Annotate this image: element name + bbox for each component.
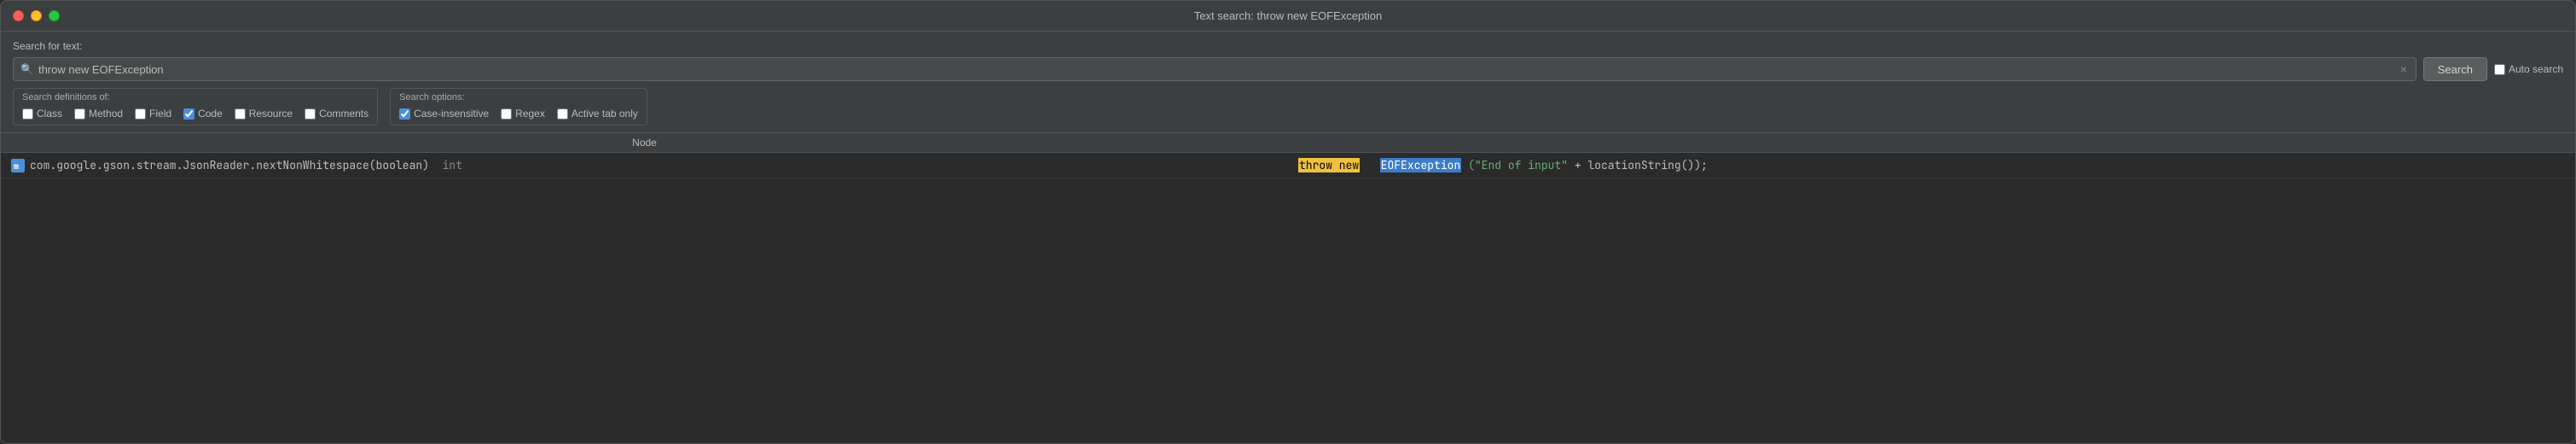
cb-code-item[interactable]: Code	[183, 108, 223, 120]
minimize-button[interactable]	[31, 10, 42, 21]
code-content: throw new EOFException ("End of input" +…	[1298, 158, 1708, 172]
cb-case-checkbox[interactable]	[399, 108, 410, 120]
main-window: Text search: throw new EOFException Sear…	[0, 0, 2576, 444]
code-operator: +	[1575, 158, 1588, 172]
node-text: com.google.gson.stream.JsonReader.nextNo…	[30, 158, 462, 172]
highlight-throw-new: throw new	[1298, 158, 1360, 172]
cb-resource-item[interactable]: Resource	[235, 108, 293, 120]
results-table: Node m	[1, 133, 2575, 178]
cb-class-label: Class	[37, 108, 62, 120]
traffic-lights	[13, 10, 60, 21]
col-header-code	[1288, 133, 2575, 153]
table-row[interactable]: m com.google.gson.stream.JsonReader.next…	[1, 153, 2575, 178]
cb-active-label: Active tab only	[571, 108, 638, 120]
window-title: Text search: throw new EOFException	[1194, 9, 1382, 22]
auto-search-checkbox[interactable]	[2494, 64, 2505, 75]
cb-field-checkbox[interactable]	[135, 108, 146, 120]
highlight-eof-exception: EOFException	[1380, 158, 1462, 172]
cb-regex-item[interactable]: Regex	[501, 108, 545, 120]
node-return-type: int	[436, 158, 462, 172]
results-area[interactable]: Node m	[1, 132, 2575, 443]
options-checkboxes: Case-insensitive Regex Active tab only	[399, 108, 638, 120]
cb-class-item[interactable]: Class	[22, 108, 62, 120]
code-string-arg: ("End of input"	[1468, 158, 1568, 172]
code-location-string: locationString());	[1588, 158, 1708, 172]
java-method-icon: m	[11, 159, 25, 172]
cb-field-item[interactable]: Field	[135, 108, 171, 120]
definitions-checkboxes: Class Method Field Code	[22, 108, 368, 120]
close-button[interactable]	[13, 10, 24, 21]
cb-comments-checkbox[interactable]	[305, 108, 316, 120]
auto-search-row: Auto search	[2494, 63, 2563, 75]
cb-comments-item[interactable]: Comments	[305, 108, 368, 120]
search-button[interactable]: Search	[2423, 57, 2487, 81]
cb-method-item[interactable]: Method	[74, 108, 123, 120]
definitions-label: Search definitions of:	[22, 92, 368, 102]
content-area: Search for text: 🔍 × Search Auto search …	[1, 32, 2575, 443]
clear-button[interactable]: ×	[2399, 63, 2409, 75]
options-row: Search definitions of: Class Method F	[13, 88, 2563, 126]
search-panel: Search for text: 🔍 × Search Auto search …	[1, 32, 2575, 132]
search-for-text-label: Search for text:	[13, 40, 2563, 52]
cb-class-checkbox[interactable]	[22, 108, 33, 120]
code-cell: throw new EOFException ("End of input" +…	[1288, 153, 2575, 178]
cb-active-item[interactable]: Active tab only	[557, 108, 638, 120]
search-icon: 🔍	[20, 63, 33, 75]
node-method-name: com.google.gson.stream.JsonReader.nextNo…	[30, 158, 429, 172]
cb-code-checkbox[interactable]	[183, 108, 194, 120]
cb-field-label: Field	[149, 108, 171, 120]
cb-regex-label: Regex	[515, 108, 545, 120]
options-label: Search options:	[399, 92, 638, 102]
definitions-group: Search definitions of: Class Method F	[13, 88, 378, 126]
cb-comments-label: Comments	[319, 108, 368, 120]
cb-code-label: Code	[198, 108, 223, 120]
search-input[interactable]	[38, 63, 2399, 76]
cb-case-item[interactable]: Case-insensitive	[399, 108, 489, 120]
cb-method-checkbox[interactable]	[74, 108, 85, 120]
svg-text:m: m	[14, 162, 19, 172]
cb-method-label: Method	[89, 108, 123, 120]
cb-resource-checkbox[interactable]	[235, 108, 246, 120]
options-group: Search options: Case-insensitive Regex	[390, 88, 647, 126]
cb-case-label: Case-insensitive	[414, 108, 489, 120]
col-header-node: Node	[1, 133, 1288, 153]
search-input-row: 🔍 × Search Auto search	[13, 57, 2563, 81]
search-input-wrapper: 🔍 ×	[13, 57, 2416, 81]
auto-search-label[interactable]: Auto search	[2509, 63, 2563, 75]
titlebar: Text search: throw new EOFException	[1, 1, 2575, 32]
cb-regex-checkbox[interactable]	[501, 108, 512, 120]
cb-resource-label: Resource	[249, 108, 293, 120]
node-cell: m com.google.gson.stream.JsonReader.next…	[1, 153, 1288, 178]
maximize-button[interactable]	[49, 10, 60, 21]
cb-active-checkbox[interactable]	[557, 108, 568, 120]
